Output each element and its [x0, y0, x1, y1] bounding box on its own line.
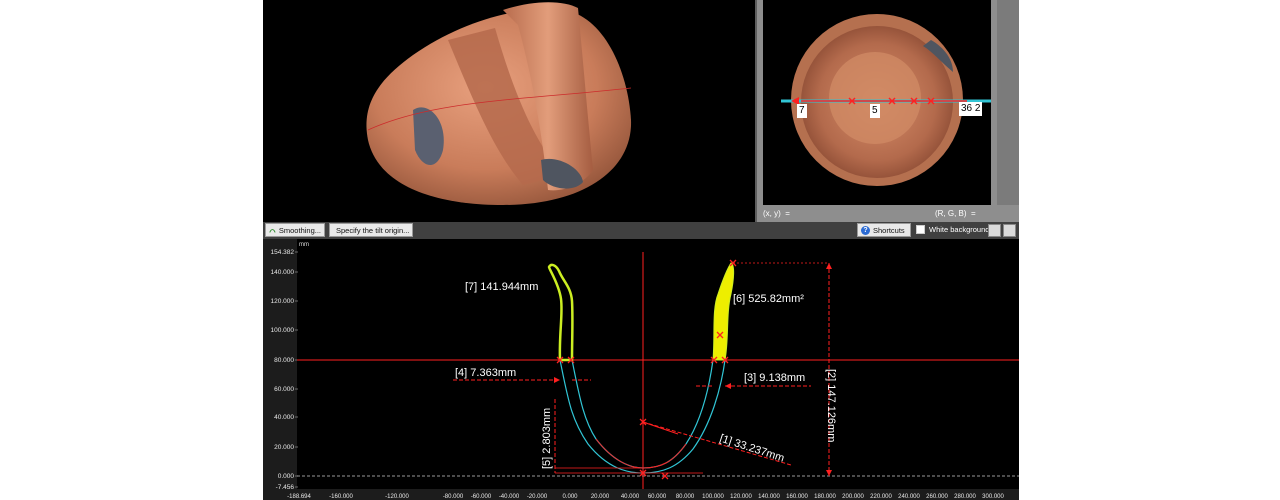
radius-measure-solid: [642, 421, 679, 435]
x-tick-label: 60.000: [648, 494, 667, 500]
y-axis-ticks: 154.382 140.000 120.000 100.000 80.000 60.000…: [271, 249, 298, 491]
top-view-panel: 7 5 36 2 (x, y) = (R, G, B) =: [757, 0, 1019, 222]
measurement-app-window: 7 5 36 2 (x, y) = (R, G, B) = Smoothing.…: [263, 0, 1019, 500]
tilt-origin-button[interactable]: Specify the tilt origin...: [329, 223, 413, 237]
annotation-3: [3] 9.138mm: [744, 372, 805, 384]
tilt-origin-label: Specify the tilt origin...: [336, 225, 410, 235]
top-view-canvas[interactable]: 7 5 36 2: [763, 0, 991, 205]
pottery-top-render: [781, 14, 991, 186]
white-background-option[interactable]: White background: [916, 225, 989, 234]
height-arrow-bottom: [826, 470, 832, 476]
help-icon: ?: [861, 225, 870, 235]
x-tick-label: 180.000: [814, 494, 836, 500]
top-view-label-36-2: 36 2: [959, 102, 983, 116]
annotation-6: [6] 525.82mm²: [733, 293, 804, 305]
y-tick-label: 120.000: [271, 298, 295, 305]
3d-model-view[interactable]: [263, 0, 755, 222]
x-tick-label: 20.000: [591, 494, 610, 500]
x-tick-label: -60.000: [471, 494, 492, 500]
height-arrow-top: [826, 263, 832, 269]
xy-coordinate-readout: (x, y) =: [763, 209, 790, 218]
y-tick-label: 100.000: [271, 327, 295, 334]
white-background-checkbox[interactable]: [916, 225, 925, 234]
profile-drawing: 154.382 140.000 120.000 100.000 80.000 60.000…: [271, 249, 1019, 500]
cross-section-plot[interactable]: mm 154.382 140.000 120.000 100.000 80.000 60.…: [263, 239, 1019, 500]
x-tick-label: -40.000: [499, 494, 520, 500]
x-tick-label: 100.000: [702, 494, 724, 500]
x-tick-label: 240.000: [898, 494, 920, 500]
section-toolbar: Smoothing... Specify the tilt origin... …: [263, 222, 1019, 239]
x-tick-label: 260.000: [926, 494, 948, 500]
shortcuts-label: Shortcuts: [873, 225, 905, 235]
annotation-7: [7] 141.944mm: [465, 281, 538, 293]
top-view-label-7: 7: [797, 104, 807, 118]
smoothing-icon: [269, 228, 276, 233]
y-tick-label: 80.000: [274, 357, 294, 364]
measurement-markers: [556, 259, 737, 480]
x-tick-label: -80.000: [443, 494, 464, 500]
thickness-4-arrow: [554, 377, 560, 383]
x-tick-label: 220.000: [870, 494, 892, 500]
smoothing-label: Smoothing...: [278, 225, 321, 235]
x-tick-label: 120.000: [730, 494, 752, 500]
x-tick-label: 160.000: [786, 494, 808, 500]
y-tick-label: 60.000: [274, 386, 294, 393]
y-tick-label: 0.000: [278, 473, 295, 480]
x-tick-label: -20.000: [527, 494, 548, 500]
x-axis-ticks: -188.694 -160.000 -120.000 -80.000 -60.000 -4…: [287, 494, 1004, 500]
annotation-5: [5] 2.803mm: [541, 408, 553, 469]
annotation-4: [4] 7.363mm: [455, 367, 516, 379]
annotation-2: [2] 147.126mm: [825, 369, 837, 442]
x-tick-label: -188.694: [287, 494, 311, 500]
x-tick-label: 200.000: [842, 494, 864, 500]
top-view-label-5: 5: [870, 104, 880, 118]
x-tick-label: 300.000: [982, 494, 1004, 500]
y-tick-label: -7.456: [276, 484, 295, 491]
right-wall-area: [712, 262, 735, 361]
y-tick-label: 140.000: [271, 269, 295, 276]
y-tick-label: 154.382: [271, 249, 295, 256]
top-view-side-strip: [997, 0, 1019, 205]
x-tick-label: 0.000: [562, 494, 578, 500]
x-tick-label: 280.000: [954, 494, 976, 500]
x-tick-label: -120.000: [385, 494, 409, 500]
x-tick-label: 80.000: [676, 494, 695, 500]
minimize-panel-button[interactable]: [988, 224, 1001, 237]
thickness-3-arrow: [725, 383, 731, 389]
maximize-panel-button[interactable]: [1003, 224, 1016, 237]
white-background-label: White background: [929, 225, 990, 234]
y-tick-label: 40.000: [274, 414, 294, 421]
rgb-value-readout: (R, G, B) =: [935, 209, 976, 218]
x-tick-label: 140.000: [758, 494, 780, 500]
y-tick-label: 20.000: [274, 444, 294, 451]
smoothing-button[interactable]: Smoothing...: [265, 223, 325, 237]
annotation-1: [1] 33.237mm: [718, 432, 786, 464]
x-tick-label: -160.000: [329, 494, 353, 500]
x-tick-label: 40.000: [621, 494, 640, 500]
pottery-3d-render: [366, 2, 632, 205]
shortcuts-button[interactable]: ? Shortcuts: [857, 223, 911, 237]
left-wall-outline: [547, 263, 574, 362]
